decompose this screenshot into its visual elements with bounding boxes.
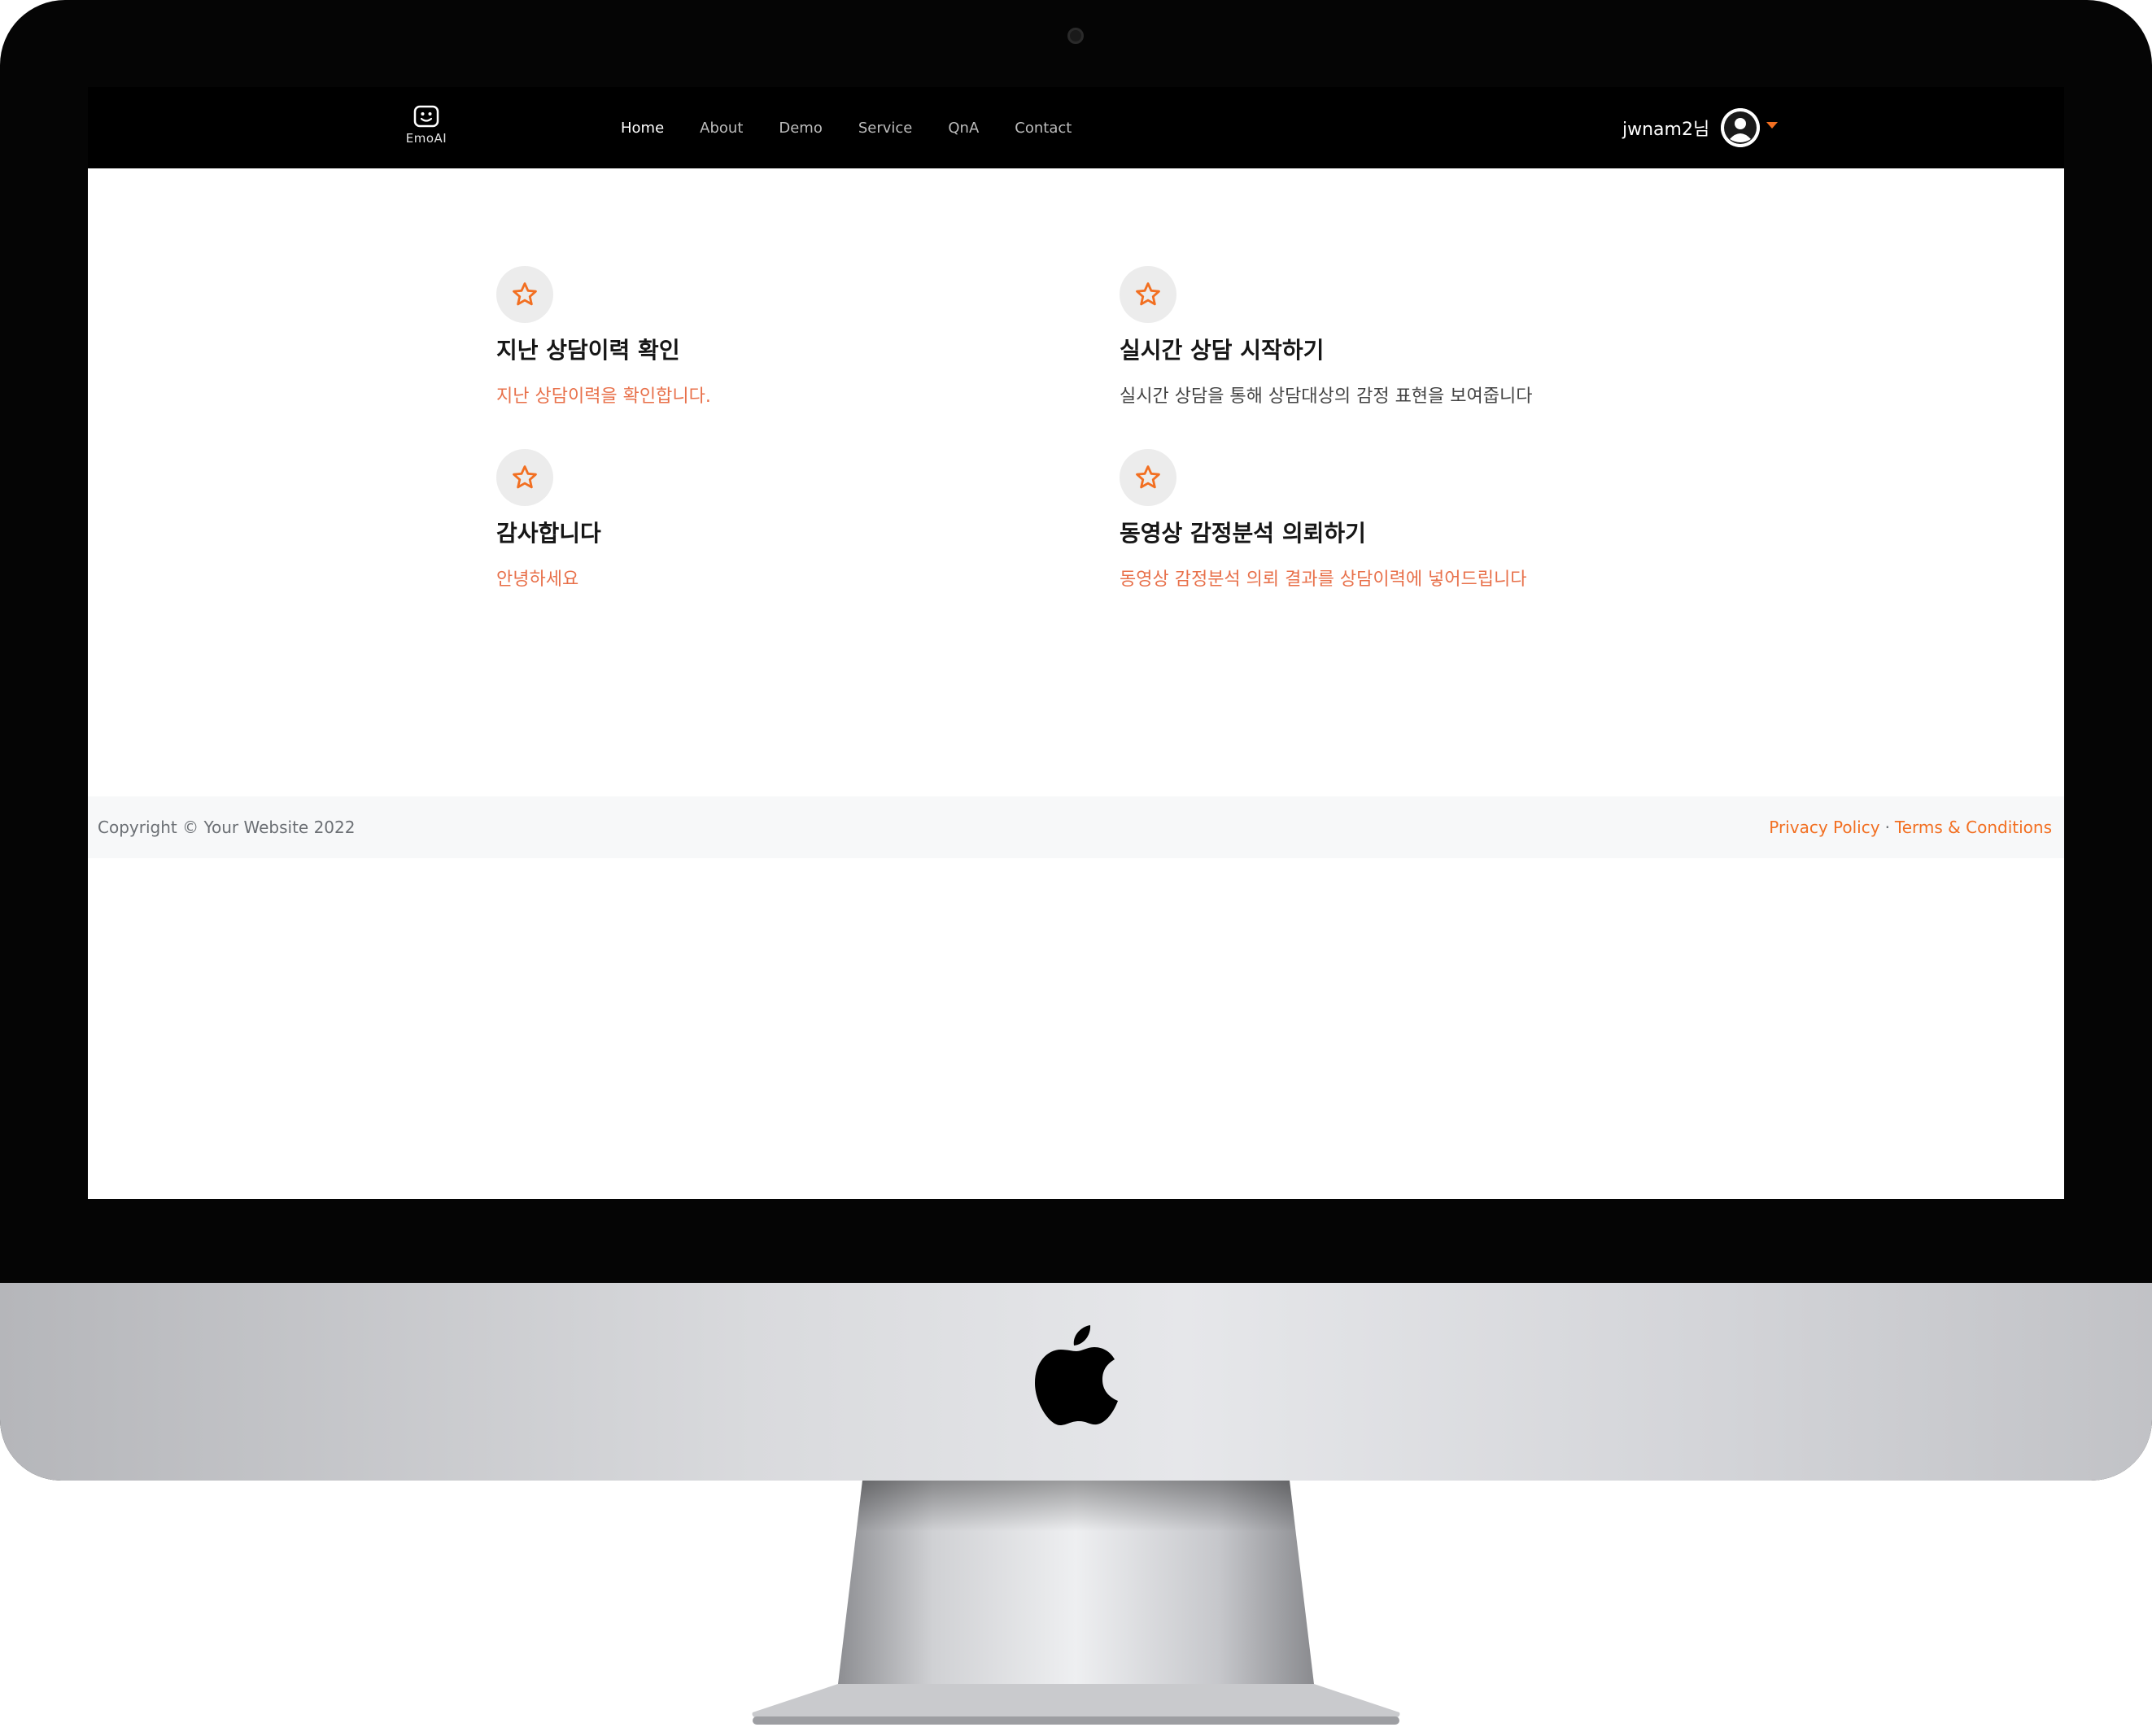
star-icon	[496, 449, 553, 506]
feature-title: 동영상 감정분석 의뢰하기	[1120, 520, 1366, 547]
privacy-policy-link[interactable]: Privacy Policy	[1769, 818, 1879, 837]
brand-name: EmoAI	[405, 131, 447, 146]
star-icon	[496, 266, 553, 323]
apple-logo-icon	[1035, 1325, 1118, 1425]
nav-menu: Home About Demo Service QnA Contact	[621, 87, 1107, 168]
feature-desc: 실시간 상담을 통해 상담대상의 감정 표현을 보여줍니다	[1120, 386, 1533, 407]
caret-down-icon[interactable]	[1766, 122, 1779, 129]
monitor-chin	[0, 1283, 2152, 1481]
copyright-text: Copyright © Your Website 2022	[98, 818, 356, 837]
user-menu[interactable]: jwnam2님	[1622, 87, 1779, 168]
browser-viewport: EmoAI Home About Demo Service QnA Contac…	[88, 87, 2064, 1199]
feature-desc[interactable]: 지난 상담이력을 확인합니다.	[496, 382, 1066, 408]
feature-title: 지난 상담이력 확인	[496, 337, 680, 364]
nav-link-qna[interactable]: QnA	[948, 120, 979, 137]
top-navbar: EmoAI Home About Demo Service QnA Contac…	[88, 87, 2064, 168]
feature-title: 감사합니다	[496, 520, 601, 547]
nav-link-about[interactable]: About	[700, 120, 743, 137]
feature-video-analysis: 동영상 감정분석 의뢰하기 동영상 감정분석 의뢰 결과를 상담이력에 넣어드립…	[1120, 449, 1689, 591]
feature-realtime: 실시간 상담 시작하기 실시간 상담을 통해 상담대상의 감정 표현을 보여줍니…	[1120, 266, 1689, 408]
star-icon	[1120, 449, 1176, 506]
nav-link-service[interactable]: Service	[858, 120, 913, 137]
nav-link-demo[interactable]: Demo	[779, 120, 822, 137]
terms-link[interactable]: Terms & Conditions	[1895, 818, 2052, 837]
brand-logo[interactable]: EmoAI	[394, 103, 459, 154]
feature-title: 실시간 상담 시작하기	[1120, 337, 1325, 364]
robot-face-icon	[413, 105, 439, 128]
user-circle-icon[interactable]	[1721, 108, 1761, 147]
nav-link-home[interactable]: Home	[621, 120, 664, 137]
nav-link-contact[interactable]: Contact	[1015, 120, 1072, 137]
monitor-frame: EmoAI Home About Demo Service QnA Contac…	[0, 0, 2152, 1481]
feature-history: 지난 상담이력 확인 지난 상담이력을 확인합니다.	[496, 266, 1066, 408]
monitor-stand	[752, 1481, 1400, 1725]
footer-links: Privacy Policy · Terms & Conditions	[1769, 796, 2052, 858]
footer-separator: ·	[1884, 818, 1890, 837]
page-footer: Copyright © Your Website 2022 Privacy Po…	[88, 796, 2064, 858]
feature-thanks: 감사합니다 안녕하세요	[496, 449, 1066, 591]
camera-icon	[1067, 28, 1084, 44]
star-icon	[1120, 266, 1176, 323]
user-name: jwnam2님	[1622, 120, 1710, 140]
feature-desc[interactable]: 안녕하세요	[496, 565, 1066, 591]
feature-desc[interactable]: 동영상 감정분석 의뢰 결과를 상담이력에 넣어드립니다	[1120, 565, 1689, 591]
